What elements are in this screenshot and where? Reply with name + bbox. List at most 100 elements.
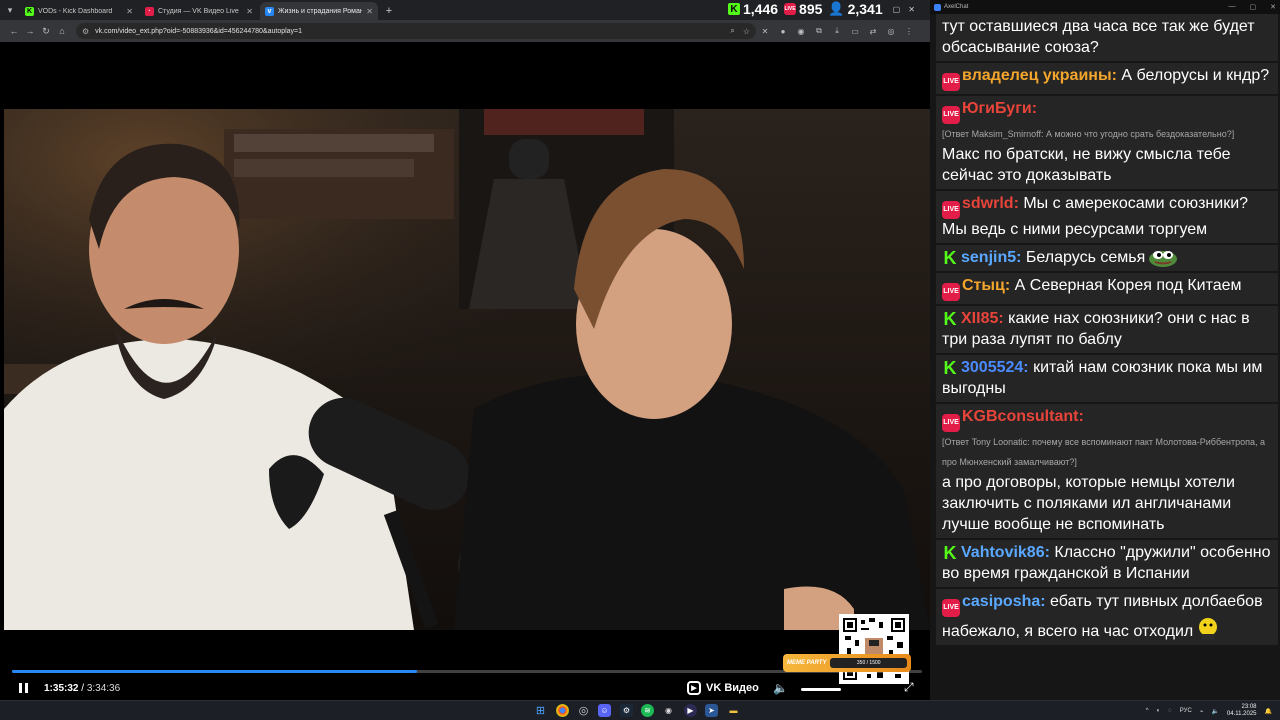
sidebar-icon[interactable]: ▭ <box>846 27 864 36</box>
user-icon: 👤 <box>828 1 845 16</box>
vk-viewer-count: 895 <box>799 1 823 17</box>
video-scene <box>4 109 930 630</box>
steam-icon[interactable]: ⚙ <box>620 704 633 717</box>
notification-icon[interactable]: 🔔 <box>1265 708 1272 715</box>
network-icon[interactable]: ⌁ <box>1200 708 1204 715</box>
maximize-icon[interactable]: ▢ <box>1250 3 1257 11</box>
chat-username[interactable]: sdwrld: <box>962 195 1019 212</box>
settings-icon[interactable]: ⇄ <box>864 27 882 36</box>
app-icon[interactable]: ◉ <box>662 704 675 717</box>
window-controls: ▢ ✕ <box>893 5 915 14</box>
telegram-icon[interactable]: ➤ <box>705 704 718 717</box>
kick-viewer-count: 1,446 <box>743 1 779 17</box>
chat-message-list[interactable]: тут оставшиеся два часа все так же будет… <box>930 14 1280 700</box>
home-icon[interactable]: ⌂ <box>54 26 70 36</box>
chat-message: K 3005524: китай нам союзник пока мы им в… <box>936 355 1278 402</box>
chat-reply-quote: [Ответ Maksim_Smirnoff: А можно что угод… <box>942 129 1235 139</box>
obs-icon[interactable]: ◎ <box>577 704 590 717</box>
chat-message: LIVE Стыц: А Северная Корея под Китаем <box>936 273 1278 304</box>
tray-app-icon[interactable]: ◌ <box>1168 708 1172 714</box>
reload-icon[interactable]: ↻ <box>38 26 54 37</box>
emoji-emote-icon <box>1199 618 1218 640</box>
close-icon[interactable]: ✕ <box>908 5 915 14</box>
start-icon[interactable]: ⊞ <box>534 704 547 717</box>
viewer-stats: K 1,446 LIVE 895 👤 2,341 ▢ ✕ <box>728 0 915 18</box>
chat-username[interactable]: Vahtovik86: <box>961 544 1050 561</box>
tab-kick-dashboard[interactable]: K VODs - Kick Dashboard ✕ <box>20 2 138 20</box>
clock-time: 23:08 <box>1241 704 1257 710</box>
window-controls: — ▢ ✕ <box>1229 3 1277 11</box>
video-player[interactable]: 1:35:32 / 3:34:36 ▶ VK Видео 🔈 ⤢ <box>4 42 930 700</box>
pause-button[interactable] <box>16 681 30 695</box>
extension-icon[interactable]: ✕ <box>756 27 774 36</box>
tab-search-icon[interactable]: ▾ <box>0 0 20 20</box>
chat-username[interactable]: XII85: <box>961 310 1004 327</box>
chat-message-text: А белорусы и кндр? <box>1121 67 1270 84</box>
kick-icon: K <box>943 248 957 268</box>
chat-username[interactable]: ЮгиБуги: <box>962 100 1037 117</box>
vk-live-icon: LIVE <box>942 73 960 91</box>
chat-window-title: AxelChat <box>944 4 969 10</box>
tab-title: Жизнь и страдания Романа <box>278 7 363 15</box>
url-text: vk.com/video_ext.php?oid=-50883936&id=45… <box>95 27 303 35</box>
chrome-icon[interactable] <box>556 704 569 717</box>
tray-chevron-icon[interactable]: ^ <box>1146 708 1149 714</box>
chat-username[interactable]: владелец украины: <box>962 67 1117 84</box>
maximize-icon[interactable]: ▢ <box>893 5 901 14</box>
minimize-icon[interactable]: — <box>1229 3 1236 11</box>
chat-message: LIVE sdwrld: Мы с амерекосами союзники? М… <box>936 191 1278 243</box>
chat-message: тут оставшиеся два часа все так же будет… <box>936 14 1278 61</box>
close-tab-icon[interactable]: ✕ <box>126 7 133 16</box>
vk-video-logo[interactable]: ▶ VK Видео <box>687 681 759 695</box>
more-icon[interactable]: ⋮ <box>900 27 918 36</box>
total-viewer-count: 2,341 <box>847 1 883 17</box>
pepe-emote-icon <box>1149 251 1178 267</box>
folder-icon[interactable]: ▬ <box>727 704 740 717</box>
vk-viewers: LIVE 895 <box>784 1 822 17</box>
chat-message-text: А Северная Корея под Китаем <box>1014 277 1242 294</box>
spotify-icon[interactable]: ≋ <box>641 704 654 717</box>
video-frame[interactable] <box>4 109 930 630</box>
chat-username[interactable]: senjin5: <box>961 249 1021 266</box>
close-icon[interactable]: ✕ <box>1270 3 1276 11</box>
vk-live-icon: LIVE <box>942 283 960 301</box>
chat-username[interactable]: casiposha: <box>962 593 1046 610</box>
language-indicator[interactable]: РУС <box>1180 708 1192 714</box>
total-viewers: 👤 2,341 <box>828 1 882 17</box>
profile-icon[interactable]: ◎ <box>882 27 900 36</box>
screen: ▾ K VODs - Kick Dashboard ✕ · Студия — V… <box>0 0 1280 720</box>
meme-party-widget: MEME PARTY 350 / 1500 <box>783 654 911 672</box>
new-tab-button[interactable]: + <box>380 2 398 20</box>
extension-icon[interactable]: ◉ <box>792 27 810 36</box>
extensions-puzzle-icon[interactable]: ⧉ <box>810 26 828 36</box>
chat-username[interactable]: Стыц: <box>962 277 1010 294</box>
volume-icon[interactable]: 🔈 <box>1211 708 1218 715</box>
app-icon[interactable]: ▶ <box>684 704 697 717</box>
clock[interactable]: 23:08 04.11.2025 <box>1227 704 1257 718</box>
url-field[interactable]: ⚙ vk.com/video_ext.php?oid=-50883936&id=… <box>76 23 756 39</box>
close-tab-icon[interactable]: ✕ <box>366 7 373 16</box>
kick-icon: K <box>943 309 957 329</box>
tray-app-icon[interactable]: ◐ <box>1157 708 1161 714</box>
extension-icon[interactable]: ● <box>774 27 792 36</box>
back-icon[interactable]: ← <box>6 26 22 36</box>
tab-vk-video[interactable]: v Жизнь и страдания Романа ✕ <box>260 2 378 20</box>
chat-message: K Vahtovik86: Классно "дружили" особенно … <box>936 540 1278 587</box>
discord-icon[interactable]: ☺ <box>598 704 611 717</box>
progress-fill <box>12 670 417 673</box>
clock-date: 04.11.2025 <box>1226 711 1257 717</box>
search-icon[interactable]: ⌕ <box>730 26 734 36</box>
bookmark-star-icon[interactable]: ☆ <box>743 27 750 36</box>
site-info-icon[interactable]: ⚙ <box>82 27 89 36</box>
fullscreen-icon[interactable]: ⤢ <box>904 680 914 695</box>
chat-username[interactable]: 3005524: <box>961 359 1029 376</box>
duration: 3:34:36 <box>86 683 121 694</box>
close-tab-icon[interactable]: ✕ <box>246 7 253 16</box>
forward-icon[interactable]: → <box>22 26 38 36</box>
vk-icon: ▶ <box>687 681 701 695</box>
tab-vk-studio[interactable]: · Студия — VK Видео Live ✕ <box>140 2 258 20</box>
chat-username[interactable]: KGBconsultant: <box>962 408 1084 425</box>
download-icon[interactable]: ⤓ <box>828 26 846 36</box>
volume-icon[interactable]: 🔈 <box>773 681 788 695</box>
volume-slider[interactable] <box>801 688 841 691</box>
